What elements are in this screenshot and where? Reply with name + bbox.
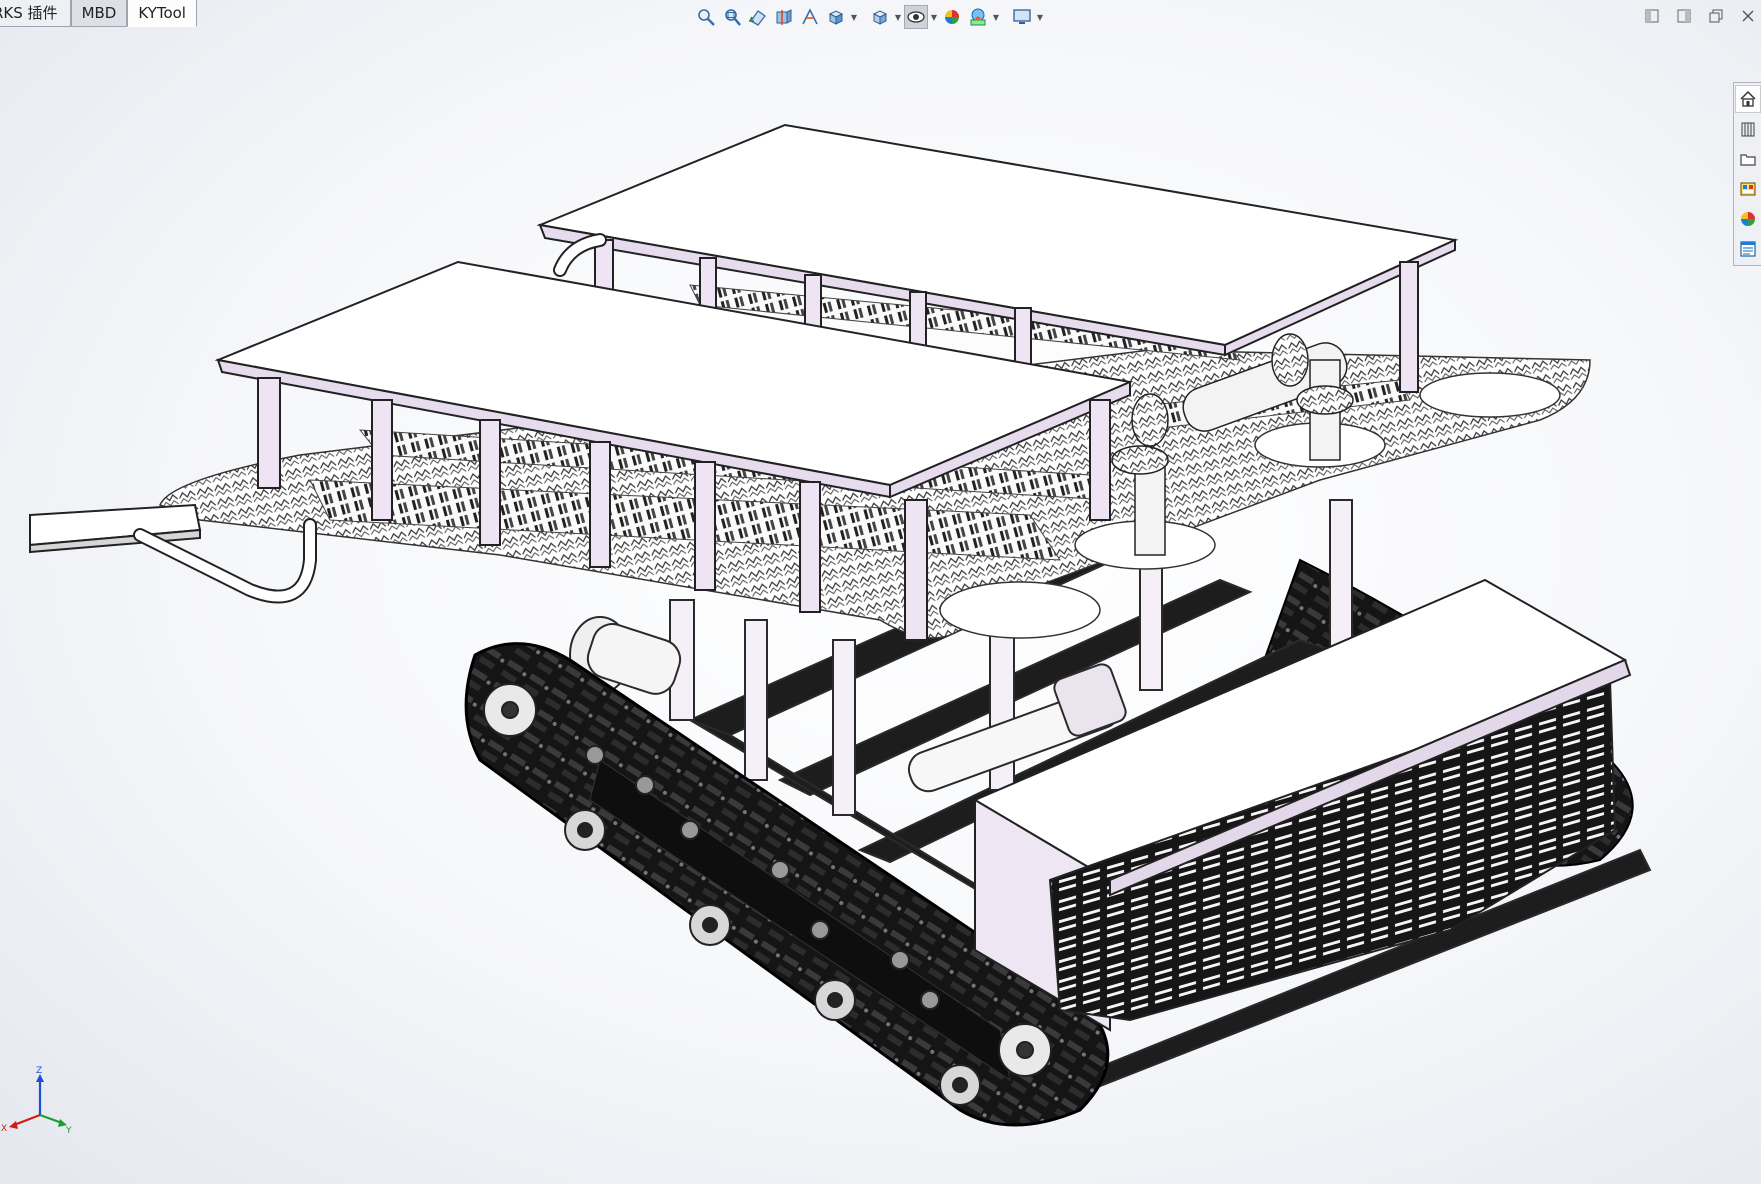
design-library-icon[interactable] bbox=[1735, 115, 1761, 143]
triad-z-label: Z bbox=[36, 1066, 43, 1076]
zoom-area-icon[interactable] bbox=[720, 5, 744, 29]
triad-x-label: X bbox=[1, 1124, 8, 1134]
heads-up-view-toolbar: ▼ ▼ ▼ ▼ ▼ bbox=[694, 4, 1044, 30]
triad-y-label: Y bbox=[66, 1126, 72, 1136]
tile-left-icon[interactable] bbox=[1639, 6, 1665, 26]
edit-appearance-icon[interactable] bbox=[940, 5, 964, 29]
apply-scene-icon[interactable] bbox=[966, 5, 990, 29]
view-settings-icon[interactable] bbox=[1010, 5, 1034, 29]
view-palette-icon[interactable] bbox=[1735, 175, 1761, 203]
chevron-down-icon[interactable]: ▼ bbox=[850, 5, 858, 29]
display-style-icon[interactable] bbox=[868, 5, 892, 29]
tab-kytool[interactable]: KYTool bbox=[127, 0, 197, 27]
section-view-icon[interactable] bbox=[772, 5, 796, 29]
tab-mbd[interactable]: MBD bbox=[70, 0, 128, 27]
chevron-down-icon[interactable]: ▼ bbox=[1036, 5, 1044, 29]
reference-triad: Z X Y bbox=[0, 1060, 80, 1140]
restore-window-icon[interactable] bbox=[1703, 6, 1729, 26]
dynamic-annotation-icon[interactable] bbox=[798, 5, 822, 29]
window-controls bbox=[1639, 6, 1761, 26]
appearances-icon[interactable] bbox=[1735, 205, 1761, 233]
home-icon[interactable] bbox=[1735, 85, 1761, 113]
graphics-area[interactable] bbox=[0, 0, 1761, 1184]
chevron-down-icon[interactable]: ▼ bbox=[930, 5, 938, 29]
tile-right-icon[interactable] bbox=[1671, 6, 1697, 26]
close-window-icon[interactable] bbox=[1735, 6, 1761, 26]
chevron-down-icon[interactable]: ▼ bbox=[894, 5, 902, 29]
zoom-to-fit-icon[interactable] bbox=[694, 5, 718, 29]
hide-show-items-icon[interactable] bbox=[904, 5, 928, 29]
task-pane-tabs bbox=[1733, 82, 1761, 266]
view-orientation-icon[interactable] bbox=[824, 5, 848, 29]
tab-rks-plugin[interactable]: RKS 插件 bbox=[0, 0, 71, 27]
chevron-down-icon[interactable]: ▼ bbox=[992, 5, 1000, 29]
custom-properties-icon[interactable] bbox=[1735, 235, 1761, 263]
previous-view-icon[interactable] bbox=[746, 5, 770, 29]
file-explorer-icon[interactable] bbox=[1735, 145, 1761, 173]
command-manager-tabs: RKS 插件 MBD KYTool bbox=[0, 0, 197, 29]
